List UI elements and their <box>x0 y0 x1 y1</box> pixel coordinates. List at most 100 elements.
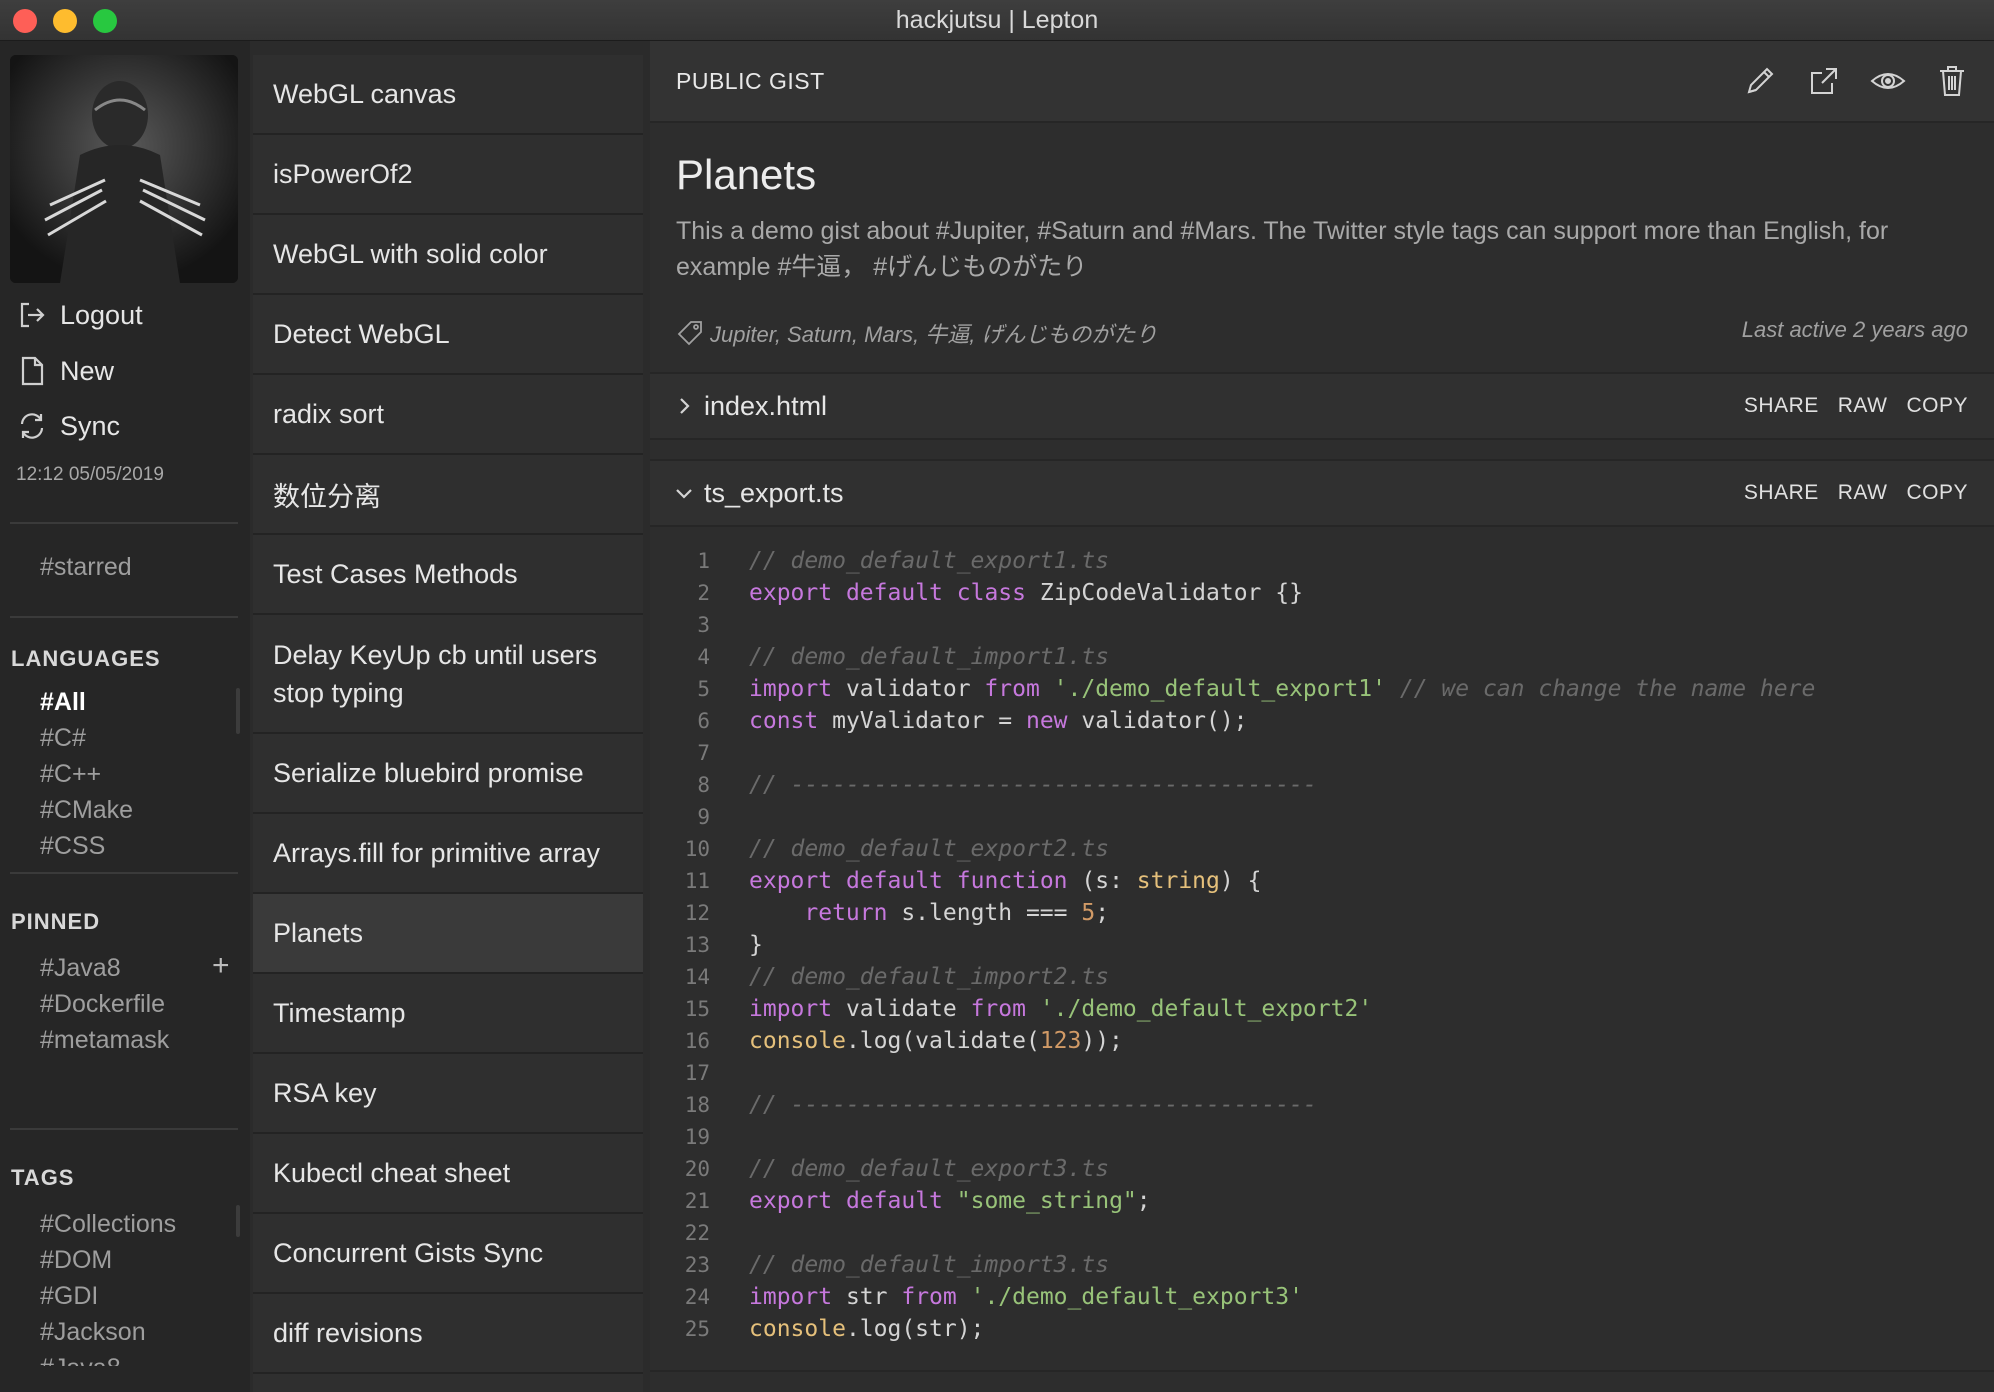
gist-list-item[interactable]: Delay KeyUp cb until users stop typing <box>253 615 643 734</box>
gist-tags: Jupiter, Saturn, Mars, 牛逼, げんじものがたり <box>676 317 1157 349</box>
code-text: console.log(validate(123)); <box>749 1028 1123 1054</box>
last-active-label: Last active 2 years ago <box>1741 317 1968 342</box>
code-text: export default "some_string"; <box>749 1188 1151 1214</box>
line-number: 11 <box>684 869 710 893</box>
tag-item[interactable]: #GDI <box>40 1278 230 1314</box>
code-text: export default class ZipCodeValidator {} <box>749 580 1303 606</box>
line-number: 16 <box>684 1029 710 1053</box>
sync-timestamp: 12:12 05/05/2019 <box>16 464 164 485</box>
line-number: 3 <box>697 613 710 637</box>
gist-list-item[interactable]: Test Cases Methods <box>253 535 643 615</box>
copy-button[interactable]: COPY <box>1906 394 1968 418</box>
code-text: const myValidator = new validator(); <box>749 708 1248 734</box>
raw-button[interactable]: RAW <box>1838 481 1888 505</box>
line-number: 2 <box>697 581 710 605</box>
edit-icon[interactable] <box>1742 63 1778 99</box>
gist-list-item[interactable]: Concurrent Gists Sync <box>253 1214 643 1294</box>
gist-list-item[interactable]: Serialize bluebird promise <box>253 734 643 814</box>
languages-scrollbar[interactable] <box>236 688 240 734</box>
file-actions: SHARE RAW COPY <box>1744 481 1968 505</box>
line-number: 23 <box>684 1253 710 1277</box>
line-number: 19 <box>684 1125 710 1149</box>
line-number: 8 <box>697 773 710 797</box>
language-item[interactable]: #CMake <box>40 792 230 828</box>
file-name[interactable]: ts_export.ts <box>704 478 844 509</box>
tag-item[interactable]: #Collections <box>40 1206 230 1242</box>
language-item-all[interactable]: #All <box>40 684 230 720</box>
starred-filter[interactable]: #starred <box>40 553 132 582</box>
sync-icon <box>20 413 44 439</box>
file-actions: SHARE RAW COPY <box>1744 394 1968 418</box>
gist-list-item[interactable]: isPowerOf2 <box>253 135 643 215</box>
file-name[interactable]: index.html <box>704 391 827 422</box>
new-gist-button[interactable]: New <box>16 351 114 391</box>
pinned-item[interactable]: #Dockerfile <box>40 986 230 1022</box>
share-button[interactable]: SHARE <box>1744 394 1819 418</box>
tag-item[interactable]: #Java8 <box>40 1350 230 1366</box>
code-text: // -------------------------------------… <box>749 1092 1317 1118</box>
logout-icon <box>20 302 45 328</box>
line-number: 15 <box>684 997 710 1021</box>
gist-list: WebGL canvas isPowerOf2 WebGL with solid… <box>253 55 643 1392</box>
language-item[interactable]: #CSS <box>40 828 230 864</box>
window-title: hackjutsu | Lepton <box>895 6 1099 34</box>
code-text: import validator from './demo_default_ex… <box>749 676 1816 702</box>
pinned-heading: PINNED <box>11 909 101 934</box>
chevron-down-icon[interactable] <box>672 481 696 505</box>
divider <box>10 522 238 524</box>
language-item[interactable]: #C# <box>40 720 230 756</box>
pinned-item[interactable]: #Java8 <box>40 950 230 986</box>
line-number: 21 <box>684 1189 710 1213</box>
gist-header-bar: PUBLIC GIST <box>650 41 1994 123</box>
gist-list-item[interactable]: Arrays.fill for primitive array <box>253 814 643 894</box>
code-viewer[interactable]: 1 // demo_default_export1.ts 2 export defau… <box>650 532 1994 1372</box>
line-number: 1 <box>697 549 710 573</box>
trash-icon[interactable] <box>1934 63 1970 99</box>
line-number: 6 <box>697 709 710 733</box>
pinned-item[interactable]: #metamask <box>40 1022 230 1058</box>
sync-button[interactable]: Sync <box>16 406 120 446</box>
gist-tags-text: Jupiter, Saturn, Mars, 牛逼, げんじものがたり <box>710 322 1158 347</box>
pinned-list: #Java8 #Dockerfile #metamask <box>40 950 230 1062</box>
copy-button[interactable]: COPY <box>1906 481 1968 505</box>
tags-heading: TAGS <box>11 1165 75 1190</box>
raw-button[interactable]: RAW <box>1838 394 1888 418</box>
share-button[interactable]: SHARE <box>1744 481 1819 505</box>
chevron-right-icon[interactable] <box>672 394 696 418</box>
divider <box>10 1128 238 1130</box>
gist-list-item[interactable]: Detect WebGL <box>253 295 643 375</box>
title-bar: hackjutsu | Lepton <box>0 0 1994 41</box>
code-text: import str from './demo_default_export3' <box>749 1284 1303 1310</box>
code-text: console.log(str); <box>749 1316 985 1342</box>
line-number: 22 <box>684 1221 710 1245</box>
tag-icon <box>677 321 702 346</box>
line-number: 5 <box>697 677 710 701</box>
code-text: // demo_default_export1.ts <box>749 548 1110 574</box>
gist-list-item[interactable]: WebGL canvas <box>253 55 643 135</box>
code-text: import validate from './demo_default_exp… <box>749 996 1373 1022</box>
gist-description: This a demo gist about #Jupiter, #Saturn… <box>676 217 1889 281</box>
code-text: // demo_default_export3.ts <box>749 1156 1110 1182</box>
gist-list-item[interactable]: Kubectl cheat sheet <box>253 1134 643 1214</box>
line-number: 24 <box>684 1285 710 1309</box>
gist-list-item[interactable]: WebGL with solid color <box>253 215 643 295</box>
open-external-icon[interactable] <box>1806 63 1842 99</box>
preview-eye-icon[interactable] <box>1870 63 1906 99</box>
gist-list-item[interactable]: diff revisions <box>253 1294 643 1374</box>
tag-item[interactable]: #DOM <box>40 1242 230 1278</box>
line-number: 12 <box>684 901 710 925</box>
tag-item[interactable]: #Jackson <box>40 1314 230 1350</box>
logout-button[interactable]: Logout <box>16 295 143 335</box>
gist-list-item-selected[interactable]: Planets <box>253 894 643 974</box>
file-header-index-html: index.html SHARE RAW COPY <box>650 372 1994 440</box>
gist-list-item[interactable]: 数位分离 <box>253 455 643 535</box>
line-number: 9 <box>697 805 710 829</box>
code-text: // -------------------------------------… <box>749 772 1317 798</box>
gist-list-item[interactable]: RSA key <box>253 1054 643 1134</box>
gist-list-item[interactable] <box>253 1374 643 1392</box>
gist-title: Planets <box>676 151 817 198</box>
gist-list-item[interactable]: radix sort <box>253 375 643 455</box>
tags-scrollbar[interactable] <box>236 1205 240 1237</box>
gist-list-item[interactable]: Timestamp <box>253 974 643 1054</box>
language-item[interactable]: #C++ <box>40 756 230 792</box>
